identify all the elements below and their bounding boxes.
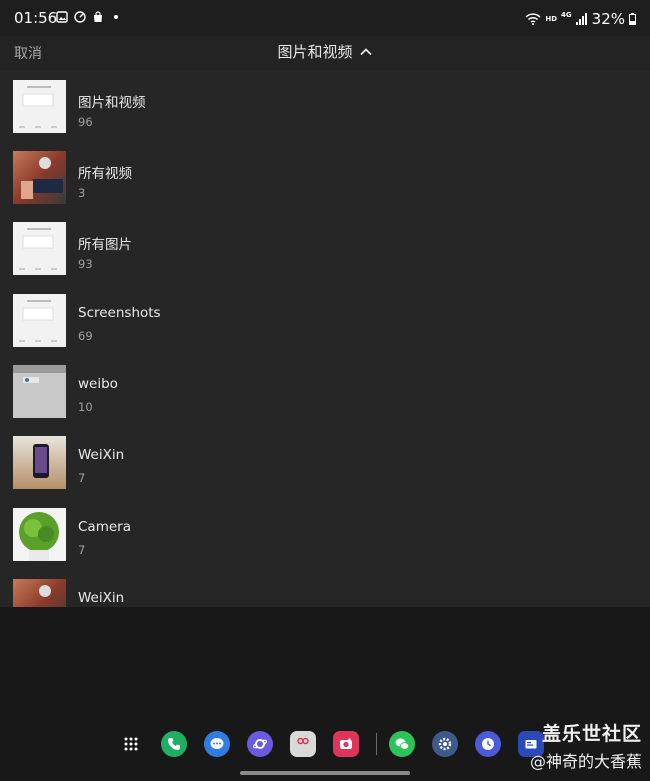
watermark: 盖乐世社区 @神奇的大香蕉 <box>530 719 642 772</box>
album-row[interactable]: 所有图片 93 <box>0 212 650 284</box>
album-count: 10 <box>78 400 93 414</box>
album-row[interactable]: WeiXin 7 <box>0 426 650 498</box>
battery-percent: 32% <box>591 10 625 28</box>
status-time: 01:56 <box>14 9 58 27</box>
album-row[interactable]: Screenshots 69 <box>0 284 650 356</box>
album-name: Camera <box>78 519 131 535</box>
phone-icon[interactable] <box>161 731 187 757</box>
home-indicator[interactable] <box>240 771 410 775</box>
album-name: weibo <box>78 376 118 392</box>
watermark-author: @神奇的大香蕉 <box>529 752 642 771</box>
watermark-community: 盖乐世社区 <box>541 723 642 745</box>
network-type: 4G <box>561 11 572 19</box>
album-count: 3 <box>78 186 86 200</box>
album-thumbnail <box>13 579 66 607</box>
album-row[interactable]: 图片和视频 96 <box>0 70 650 142</box>
album-count: 7 <box>78 543 86 557</box>
chevron-up-icon <box>359 47 372 55</box>
messages-icon[interactable] <box>204 731 230 757</box>
wechat-icon[interactable] <box>389 731 415 757</box>
album-count: 93 <box>78 257 93 271</box>
gallery-icon[interactable] <box>290 731 316 757</box>
album-picker-header: 取消 图片和视频 <box>0 36 650 70</box>
album-row[interactable]: WeiXin <box>0 569 650 607</box>
album-row[interactable]: 所有视频 3 <box>0 141 650 213</box>
album-count: 7 <box>78 471 86 485</box>
album-name: WeiXin <box>78 447 125 463</box>
album-count: 69 <box>78 329 93 343</box>
apps-grid-icon[interactable] <box>118 731 144 757</box>
album-dropdown-toggle[interactable]: 图片和视频 <box>0 41 650 62</box>
clock-icon[interactable] <box>475 731 501 757</box>
internet-icon[interactable] <box>247 731 273 757</box>
album-thumbnail <box>13 508 66 561</box>
album-row[interactable]: Camera 7 <box>0 498 650 570</box>
battery-icon <box>629 13 636 25</box>
header-title: 图片和视频 <box>277 43 353 61</box>
album-thumbnail <box>13 222 66 275</box>
taskbar-divider <box>376 733 377 755</box>
status-bar: 01:56 HD 4G 32% <box>0 0 650 36</box>
signal-icon <box>575 13 587 25</box>
more-notifications-dot <box>114 15 118 19</box>
hd-badge: HD <box>545 15 558 23</box>
album-thumbnail <box>13 80 66 133</box>
camera-icon[interactable] <box>333 731 359 757</box>
wifi-icon <box>525 13 541 25</box>
album-name: 图片和视频 <box>78 95 146 111</box>
album-name: WeiXin <box>78 590 125 606</box>
image-notification-icon <box>56 11 68 23</box>
album-name: 所有视频 <box>78 166 132 182</box>
album-row[interactable]: weibo 10 <box>0 355 650 427</box>
album-thumbnail <box>13 365 66 418</box>
speedometer-notification-icon <box>74 11 86 23</box>
album-thumbnail <box>13 151 66 204</box>
album-count: 96 <box>78 115 93 129</box>
album-name: 所有图片 <box>78 237 132 253</box>
album-thumbnail <box>13 294 66 347</box>
album-list: 图片和视频 96 所有视频 3 所有图片 93 Screenshots 69 w… <box>0 70 650 607</box>
taskbar <box>118 730 544 758</box>
album-thumbnail <box>13 436 66 489</box>
shopping-bag-notification-icon <box>94 11 102 22</box>
settings-icon[interactable] <box>432 731 458 757</box>
album-name: Screenshots <box>78 305 161 321</box>
